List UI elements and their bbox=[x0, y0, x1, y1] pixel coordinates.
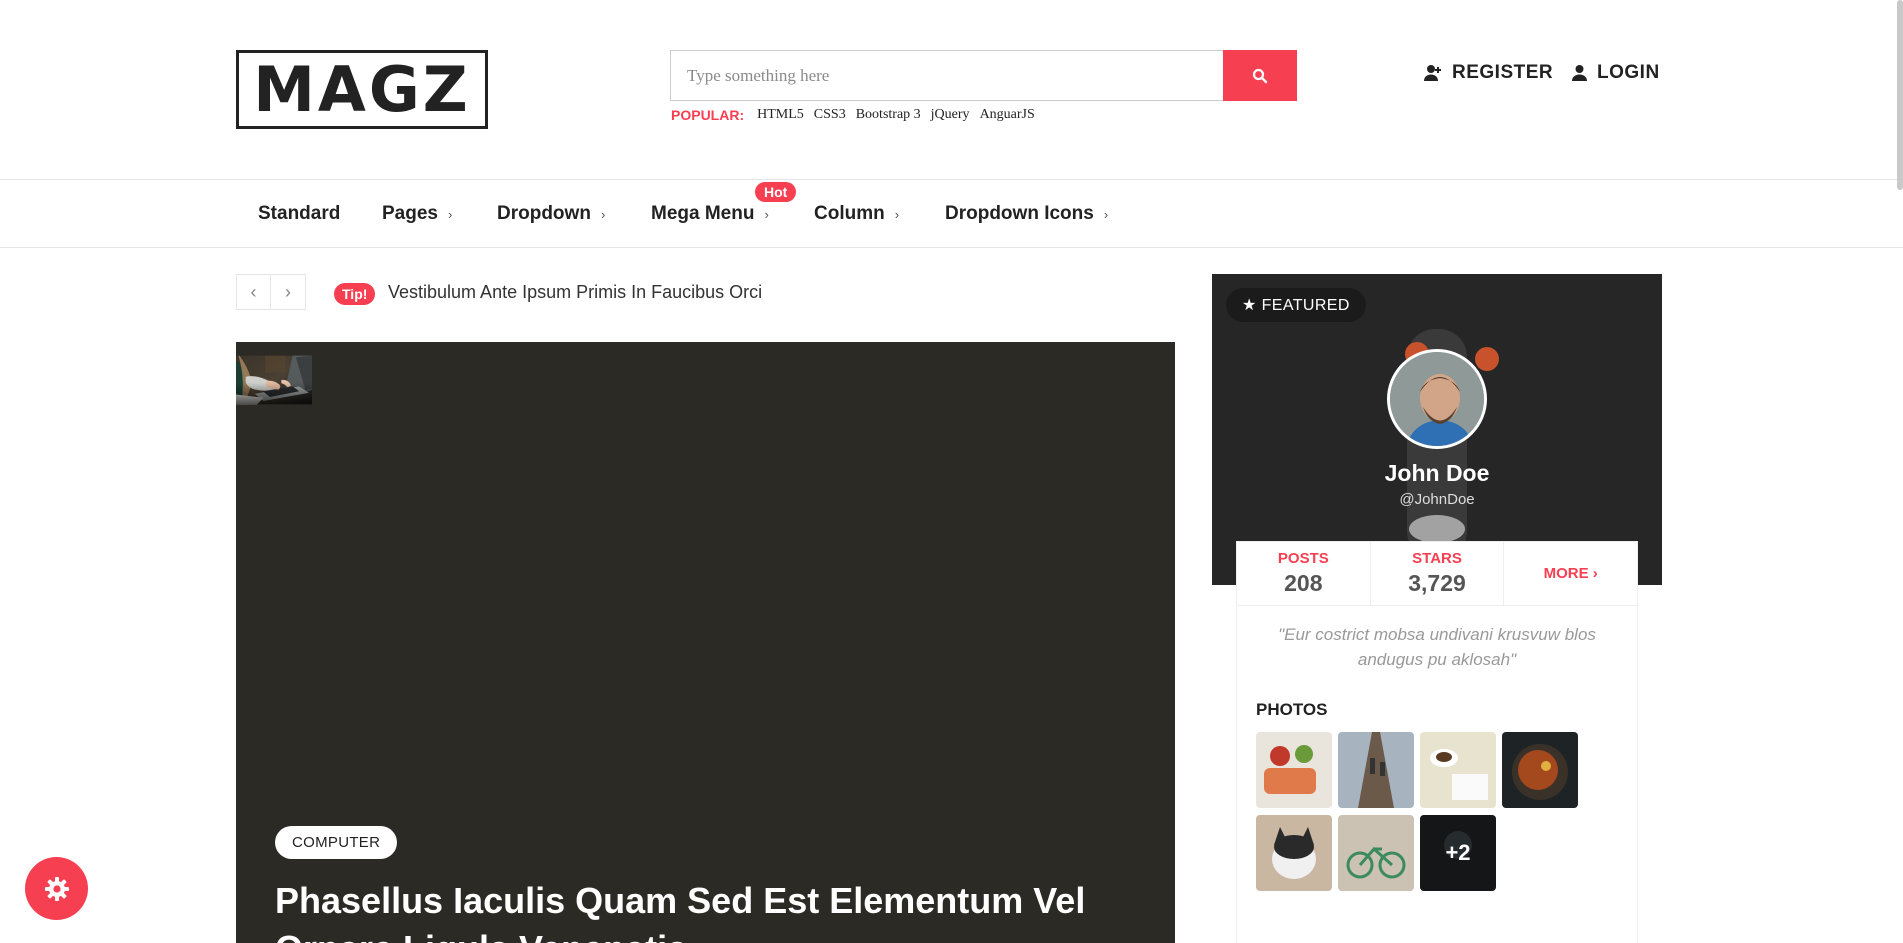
settings-button[interactable] bbox=[25, 857, 88, 920]
hero-title[interactable]: Phasellus Iaculis Quam Sed Est Elementum… bbox=[275, 877, 1155, 943]
nav-item-label: Standard bbox=[258, 203, 341, 224]
tip-badge: Tip! bbox=[334, 283, 376, 305]
author-stats: POSTS 208 STARS 3,729 MORE › bbox=[1237, 542, 1637, 606]
register-link[interactable]: REGISTER bbox=[1423, 62, 1553, 84]
stat-value: 3,729 bbox=[1408, 570, 1466, 596]
nav-item-dropdown-icons[interactable]: Dropdown Icons › bbox=[945, 180, 1108, 248]
nav-item-label: Pages bbox=[382, 203, 438, 224]
featured-badge: ★ FEATURED bbox=[1226, 288, 1366, 322]
featured-author-banner: ★ FEATURED John Doe @JohnDoe bbox=[1212, 274, 1662, 585]
photo-thumbnail[interactable] bbox=[1338, 732, 1414, 808]
photo-thumbnail-more[interactable]: +2 bbox=[1420, 815, 1496, 891]
popular-tag[interactable]: CSS3 bbox=[814, 107, 846, 123]
author-handle: @JohnDoe bbox=[1399, 491, 1475, 508]
search-icon bbox=[1252, 68, 1268, 83]
author-quote: "Eur costrict mobsa undivani krusvuw blo… bbox=[1278, 625, 1596, 669]
photo-bridge bbox=[1338, 732, 1414, 808]
hot-badge: Hot bbox=[755, 182, 797, 202]
site-logo[interactable]: MAGZ bbox=[236, 50, 488, 129]
ticker-controls: ‹ › bbox=[236, 274, 306, 310]
site-header: MAGZ POPULAR: HTML5 CSS3 Bootstrap 3 jQu… bbox=[0, 0, 1903, 180]
nav-item-label: Column bbox=[814, 203, 885, 224]
photo-cat bbox=[1256, 815, 1332, 891]
photo-food-salmon bbox=[1256, 732, 1332, 808]
stat-value: 208 bbox=[1284, 570, 1323, 596]
register-label: REGISTER bbox=[1452, 62, 1554, 83]
stat-label: POSTS bbox=[1277, 550, 1329, 567]
stat-posts: POSTS 208 bbox=[1237, 542, 1371, 605]
photo-grid: +2 bbox=[1256, 732, 1637, 891]
hero-article[interactable]: COMPUTER Phasellus Iaculis Quam Sed Est … bbox=[236, 342, 1175, 943]
nav-item-column[interactable]: Column › bbox=[814, 180, 899, 248]
logo-text: MAGZ bbox=[253, 52, 471, 126]
page-scrollbar[interactable] bbox=[1897, 0, 1903, 190]
nav-item-label: Dropdown Icons bbox=[945, 203, 1094, 224]
photo-thumbnail[interactable] bbox=[1256, 815, 1332, 891]
category-badge[interactable]: COMPUTER bbox=[275, 826, 398, 859]
more-label: MORE › bbox=[1543, 565, 1598, 582]
ticker-headline[interactable]: Vestibulum Ante Ipsum Primis In Faucibus… bbox=[388, 282, 762, 303]
nav-item-label: Mega Menu bbox=[651, 203, 755, 224]
chevron-right-icon: › bbox=[447, 206, 453, 222]
nav-item-mega-menu[interactable]: Mega Menu › bbox=[651, 180, 769, 248]
avatar[interactable] bbox=[1387, 349, 1487, 449]
search-button[interactable] bbox=[1223, 50, 1297, 101]
hero-image bbox=[236, 355, 312, 405]
more-link[interactable]: MORE › bbox=[1504, 542, 1637, 605]
stat-stars: STARS 3,729 bbox=[1371, 542, 1505, 605]
search-bar bbox=[670, 50, 1297, 101]
main-nav: Standard Pages › Dropdown › Mega Menu › Col… bbox=[0, 180, 1903, 248]
photo-thumbnail[interactable] bbox=[1256, 732, 1332, 808]
popular-tag[interactable]: Bootstrap 3 bbox=[856, 107, 921, 123]
chevron-left-icon: ‹ bbox=[250, 281, 257, 302]
gear-icon bbox=[44, 876, 69, 901]
photo-coffee bbox=[1420, 732, 1496, 808]
popular-label: POPULAR: bbox=[671, 107, 745, 123]
popular-tag[interactable]: jQuery bbox=[931, 107, 970, 123]
popular-tag[interactable]: HTML5 bbox=[757, 107, 804, 123]
stat-label: STARS bbox=[1412, 550, 1462, 567]
ticker-next-button[interactable]: › bbox=[271, 274, 306, 310]
nav-item-label: Dropdown bbox=[497, 203, 591, 224]
user-plus-icon bbox=[1424, 65, 1441, 81]
user-icon bbox=[1572, 65, 1587, 81]
photo-bicycle bbox=[1338, 815, 1414, 891]
chevron-right-icon: › bbox=[285, 281, 291, 302]
popular-tags: POPULAR: HTML5 CSS3 Bootstrap 3 jQuery A… bbox=[671, 107, 1045, 123]
nav-item-pages[interactable]: Pages › bbox=[382, 180, 452, 248]
chevron-right-icon: › bbox=[764, 206, 769, 222]
photo-thumbnail[interactable] bbox=[1502, 732, 1578, 808]
search-input[interactable] bbox=[670, 50, 1223, 101]
login-label: LOGIN bbox=[1597, 62, 1660, 83]
author-name[interactable]: John Doe bbox=[1212, 460, 1662, 487]
chevron-right-icon: › bbox=[1103, 206, 1109, 222]
photos-heading: PHOTOS bbox=[1256, 700, 1328, 719]
photo-dish bbox=[1502, 732, 1578, 808]
nav-item-standard[interactable]: Standard bbox=[258, 180, 340, 248]
photo-thumbnail[interactable] bbox=[1420, 732, 1496, 808]
photo-thumbnail[interactable] bbox=[1338, 815, 1414, 891]
chevron-right-icon: › bbox=[600, 206, 606, 222]
more-photos-count: +2 bbox=[1420, 815, 1496, 891]
popular-tag[interactable]: AnguarJS bbox=[980, 107, 1035, 123]
profile-card: POSTS 208 STARS 3,729 MORE › "Eur costri… bbox=[1236, 541, 1638, 943]
login-link[interactable]: LOGIN bbox=[1571, 62, 1660, 84]
ticker-prev-button[interactable]: ‹ bbox=[236, 274, 271, 310]
chevron-right-icon: › bbox=[894, 206, 900, 222]
nav-item-dropdown[interactable]: Dropdown › bbox=[497, 180, 605, 248]
